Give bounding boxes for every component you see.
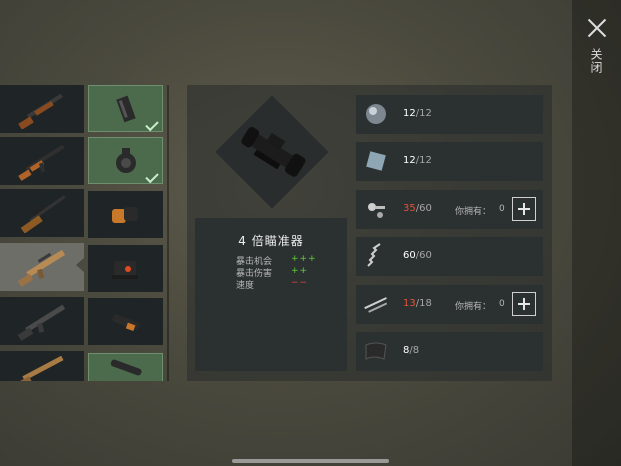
- stat-label: 速度: [236, 281, 255, 291]
- long-scope-icon: [110, 359, 142, 376]
- weapon-slot[interactable]: [0, 137, 84, 185]
- stat-value: −−: [291, 278, 309, 288]
- stat-value: +++: [291, 254, 317, 264]
- owned-value: 0: [499, 299, 505, 309]
- close-label[interactable]: 关闭: [589, 48, 605, 74]
- home-indicator: [232, 459, 389, 463]
- weapon-slot[interactable]: [0, 351, 84, 381]
- add-material-button[interactable]: [512, 197, 536, 221]
- lens-icon: [366, 104, 386, 124]
- quick-magazine-icon: [111, 206, 138, 223]
- material-count: 8/8: [403, 345, 420, 356]
- owned-check-icon: [145, 117, 159, 132]
- screws-icon: [368, 203, 385, 218]
- m4-rifle-icon: [17, 304, 66, 341]
- material-count: 12/12: [403, 155, 432, 166]
- ak-rifle-icon: [18, 144, 65, 181]
- material-count: 60/60: [403, 250, 432, 261]
- owned-value: 0: [499, 204, 505, 214]
- attachment-slot[interactable]: [88, 85, 163, 132]
- scar-rifle-icon: [17, 249, 66, 287]
- item-name: 4 倍瞄准器: [238, 234, 304, 248]
- material-count: 12/12: [403, 108, 432, 119]
- dmr-rifle-icon: [14, 355, 64, 381]
- weapon-slot[interactable]: [0, 85, 84, 133]
- metal-sheet-icon: [365, 342, 387, 360]
- material-row: 12/12: [356, 95, 543, 134]
- scope-icon: [111, 313, 140, 331]
- weapon-slot[interactable]: [0, 189, 84, 237]
- owned-label: 你拥有：: [455, 302, 492, 312]
- attachment-slot[interactable]: [88, 353, 163, 381]
- material-row: 12/12: [356, 142, 543, 181]
- material-row: 60/60: [356, 237, 543, 276]
- material-count: 13/18: [403, 298, 432, 309]
- weapon-slot-selected[interactable]: [0, 243, 84, 291]
- attachment-slot[interactable]: [88, 245, 163, 292]
- close-icon[interactable]: [585, 16, 609, 40]
- attachment-slot[interactable]: [88, 137, 163, 184]
- attachment-list: [88, 85, 163, 381]
- drum-magazine-icon: [115, 147, 136, 173]
- column-divider: [167, 85, 169, 381]
- material-row: 13/18 你拥有： 0: [356, 285, 543, 324]
- spring-icon: [367, 243, 381, 267]
- material-row: 35/60 你拥有： 0: [356, 190, 543, 229]
- owned-label: 你拥有：: [455, 207, 492, 217]
- weapon-list: [0, 85, 84, 381]
- shotgun-icon: [18, 93, 63, 129]
- metal-rods-icon: [364, 297, 388, 313]
- sniper-rifle-icon: [20, 195, 66, 233]
- scope-4x-icon: [241, 127, 306, 177]
- weapon-slot[interactable]: [0, 297, 84, 345]
- add-material-button[interactable]: [512, 292, 536, 316]
- stat-value: ++: [291, 266, 309, 276]
- attachment-slot[interactable]: [88, 298, 163, 345]
- glass-plate-icon: [366, 151, 386, 171]
- attachment-slot[interactable]: [88, 191, 163, 238]
- red-dot-sight-icon: [111, 260, 138, 279]
- material-count: 35/60: [403, 203, 432, 214]
- selection-arrow: [76, 258, 84, 272]
- owned-check-icon: [145, 169, 159, 184]
- magazine-icon: [115, 95, 136, 122]
- material-row: 8/8: [356, 332, 543, 371]
